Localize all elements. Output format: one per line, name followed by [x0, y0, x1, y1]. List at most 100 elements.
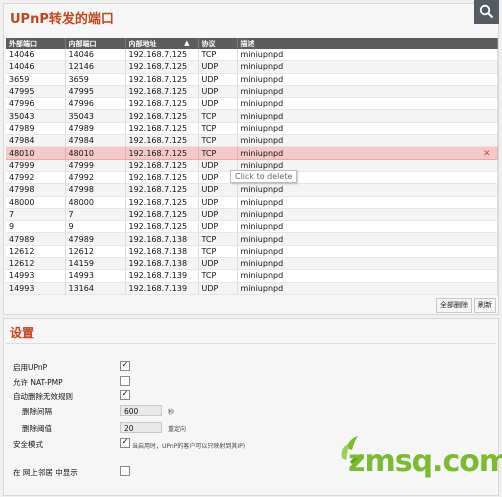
table-row[interactable]: 47984 47984 192.168.7.125 TCP miniupnpd	[6, 134, 498, 148]
close-icon[interactable]: ✕	[483, 149, 491, 159]
table-actions: 全部删除 刷新	[436, 298, 496, 313]
table-row[interactable]: 12612 12612 192.168.7.138 TCP miniupnpd	[6, 245, 498, 259]
refresh-button[interactable]: 刷新	[474, 298, 496, 313]
allow-natpmp-checkbox[interactable]	[120, 376, 130, 386]
cell-protocol: UDP	[198, 220, 238, 234]
cell-internal-port: 9	[65, 220, 126, 234]
table-row[interactable]: 14993 13164 192.168.7.139 UDP miniupnpd	[6, 282, 498, 295]
cell-internal-port: 14046	[65, 49, 126, 62]
cell-external-port: 14046	[6, 49, 66, 62]
table-row[interactable]: 35043 35043 192.168.7.125 TCP miniupnpd	[6, 109, 498, 123]
cell-description: miniupnpd	[237, 73, 498, 86]
cell-internal-port: 12612	[65, 245, 126, 259]
table-row[interactable]: 9 9 192.168.7.125 UDP miniupnpd	[6, 220, 498, 234]
cell-description: miniupnpd	[237, 196, 498, 209]
table-row[interactable]: 14046 14046 192.168.7.125 TCP miniupnpd	[6, 49, 498, 62]
cell-external-port: 47996	[6, 97, 66, 111]
table-row[interactable]: 14046 12146 192.168.7.125 UDP miniupnpd	[6, 60, 498, 74]
cell-internal-port: 14159	[65, 257, 126, 271]
interval-input[interactable]: 600	[120, 405, 162, 416]
col-description[interactable]: 描述	[237, 38, 498, 49]
cell-description: miniupnpd	[237, 183, 498, 197]
table-row[interactable]: 3659 3659 192.168.7.125 UDP miniupnpd	[6, 73, 498, 86]
table-row[interactable]: 47995 47995 192.168.7.125 UDP miniupnpd	[6, 85, 498, 99]
cell-external-port: 12612	[6, 245, 66, 259]
col-internal-port[interactable]: 内部端口	[65, 38, 126, 49]
cell-external-port: 14993	[6, 269, 66, 283]
cell-description: miniupnpd	[237, 85, 498, 99]
col-protocol[interactable]: 协议	[198, 38, 238, 49]
enable-upnp-checkbox[interactable]	[120, 361, 130, 371]
secure-mode-hint: 当启用时，UPnP的客户可以只映射到其IP)	[132, 443, 246, 450]
cell-external-port: 48000	[6, 196, 66, 209]
cell-description: miniupnpd	[237, 122, 498, 136]
cell-protocol: TCP	[198, 146, 238, 160]
table-row[interactable]: 48000 48000 192.168.7.125 UDP miniupnpd	[6, 196, 498, 209]
cell-description: miniupnpd	[237, 220, 498, 234]
cell-internal-port: 48000	[65, 196, 126, 209]
page-title: UPnP转发的端口	[10, 12, 114, 27]
cell-internal-address: 192.168.7.125	[125, 196, 199, 209]
cell-description: miniupnpd	[237, 232, 498, 246]
cell-internal-port: 48010	[65, 146, 126, 160]
table-row[interactable]: 47996 47996 192.168.7.125 UDP miniupnpd	[6, 97, 498, 111]
cell-internal-address: 192.168.7.125	[125, 208, 199, 222]
cell-protocol: TCP	[198, 232, 238, 246]
cell-internal-address: 192.168.7.139	[125, 282, 199, 295]
cell-internal-address: 192.168.7.125	[125, 73, 199, 86]
threshold-unit: 重定向	[168, 426, 187, 433]
cell-internal-address: 192.168.7.125	[125, 183, 199, 197]
cell-internal-address: 192.168.7.138	[125, 257, 199, 271]
table-row[interactable]: 48010 48010 192.168.7.125 TCP miniupnpd ✕	[6, 146, 498, 160]
cell-protocol: UDP	[198, 85, 238, 99]
col-internal-address[interactable]: 内部地址 ▲	[125, 38, 199, 49]
cell-internal-port: 35043	[65, 109, 126, 123]
cell-description: miniupnpd	[237, 60, 498, 74]
cell-internal-port: 47999	[65, 159, 126, 172]
cell-protocol: UDP	[198, 257, 238, 271]
cell-internal-address: 192.168.7.125	[125, 49, 199, 62]
cell-external-port: 47989	[6, 232, 66, 246]
cell-protocol: UDP	[198, 73, 238, 86]
cell-description: miniupnpd	[237, 134, 498, 148]
auto-delete-checkbox[interactable]	[120, 390, 130, 400]
sort-arrow-icon: ▲	[184, 38, 190, 47]
search-button[interactable]	[474, 0, 499, 24]
cell-protocol: UDP	[198, 208, 238, 222]
cell-internal-address: 192.168.7.139	[125, 269, 199, 283]
cell-external-port: 3659	[6, 73, 66, 86]
threshold-label: 删除阈值	[22, 424, 52, 433]
enable-upnp-label: 启用UPnP	[13, 363, 48, 372]
cell-description: miniupnpd	[237, 49, 498, 62]
cell-external-port: 7	[6, 208, 66, 222]
table-row[interactable]: 12612 14159 192.168.7.138 UDP miniupnpd	[6, 257, 498, 271]
table-row[interactable]: 47989 47989 192.168.7.138 TCP miniupnpd	[6, 232, 498, 246]
interval-label: 删除间隔	[22, 407, 52, 416]
cell-internal-address: 192.168.7.125	[125, 97, 199, 111]
table-row[interactable]: 47989 47989 192.168.7.125 TCP miniupnpd	[6, 122, 498, 136]
table-row[interactable]: 47998 47998 192.168.7.125 UDP miniupnpd	[6, 183, 498, 197]
show-in-network-checkbox[interactable]	[120, 466, 130, 476]
cell-protocol: UDP	[198, 97, 238, 111]
cell-external-port: 12612	[6, 257, 66, 271]
table-row[interactable]: 14993 14993 192.168.7.139 TCP miniupnpd	[6, 269, 498, 283]
cell-internal-port: 47989	[65, 122, 126, 136]
cell-description: miniupnpd	[237, 282, 498, 295]
threshold-input[interactable]: 20	[120, 422, 162, 433]
secure-mode-checkbox[interactable]	[120, 438, 130, 448]
settings-title: 设置	[10, 326, 35, 340]
port-mapping-table: 外部端口 内部端口 内部地址 ▲ 协议 描述 14046 14046 192.168.…	[6, 38, 498, 295]
settings-divider	[6, 343, 496, 344]
col-external-port[interactable]: 外部端口	[6, 38, 66, 49]
cell-protocol: TCP	[198, 269, 238, 283]
cell-protocol: TCP	[198, 245, 238, 259]
table-row[interactable]: 7 7 192.168.7.125 UDP miniupnpd	[6, 208, 498, 222]
cell-protocol: TCP	[198, 134, 238, 148]
cell-external-port: 47999	[6, 159, 66, 172]
table-header-row: 外部端口 内部端口 内部地址 ▲ 协议 描述	[6, 38, 498, 49]
delete-all-button[interactable]: 全部删除	[436, 298, 472, 313]
cell-description: miniupnpd ✕	[237, 146, 498, 160]
cell-description: miniupnpd	[237, 245, 498, 259]
cell-internal-port: 7	[65, 208, 126, 222]
watermark-text: zmsq.com	[348, 444, 502, 479]
